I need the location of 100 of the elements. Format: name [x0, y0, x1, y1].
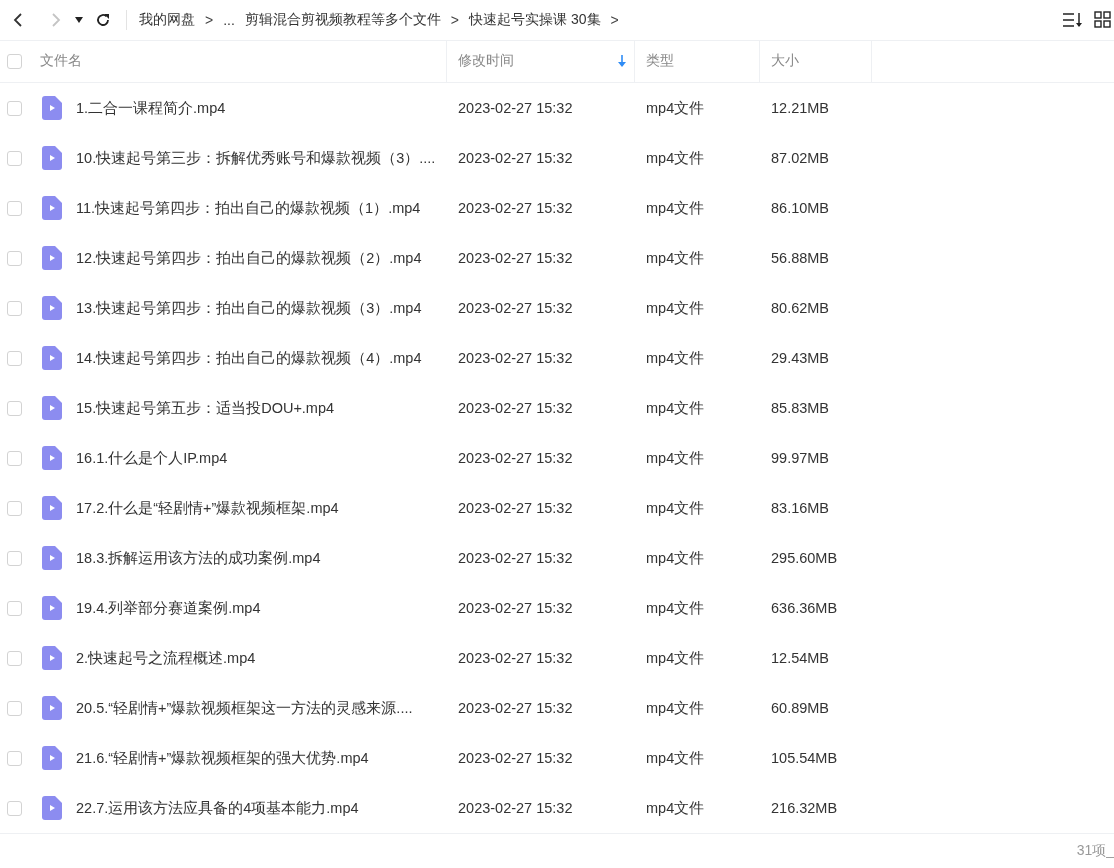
modified-time: 2023-02-27 15:32 [457, 550, 574, 567]
row-checkbox[interactable] [7, 500, 22, 516]
file-type: mp4文件 [645, 348, 706, 368]
row-checkbox[interactable] [7, 200, 22, 216]
file-name[interactable]: 18.3.拆解运用该方法的成功案例.mp4 [76, 548, 321, 568]
file-size: 29.43MB [770, 350, 831, 367]
file-name[interactable]: 19.4.列举部分赛道案例.mp4 [76, 598, 261, 618]
file-name[interactable]: 21.6.“轻剧情+”爆款视频框架的强大优势.mp4 [76, 748, 369, 768]
file-size: 99.97MB [770, 450, 831, 467]
file-name[interactable]: 15.快速起号第五步：适当投DOU+.mp4 [76, 398, 335, 418]
grid-view-button[interactable] [1092, 8, 1114, 31]
file-type: mp4文件 [645, 598, 706, 618]
video-file-icon [42, 646, 62, 671]
modified-time: 2023-02-27 15:32 [457, 400, 574, 417]
video-file-icon [42, 446, 62, 471]
file-name[interactable]: 13.快速起号第四步：拍出自己的爆款视频（3）.mp4 [76, 298, 422, 318]
row-checkbox[interactable] [7, 700, 22, 716]
modified-time: 2023-02-27 15:32 [457, 200, 574, 217]
row-checkbox[interactable] [7, 650, 22, 666]
breadcrumb-item[interactable]: 快速起号实操课 30集 [469, 10, 601, 29]
column-header[interactable]: 类型 [646, 52, 759, 71]
video-file-icon [42, 146, 62, 171]
file-size: 216.32MB [770, 800, 839, 817]
row-checkbox[interactable] [7, 350, 22, 366]
file-size: 12.21MB [770, 100, 831, 117]
file-name[interactable]: 22.7.运用该方法应具备的4项基本能力.mp4 [76, 798, 359, 818]
file-type: mp4文件 [645, 198, 706, 218]
item-count: 31项_ [1076, 842, 1114, 861]
modified-time: 2023-02-27 15:32 [457, 450, 574, 467]
file-type: mp4文件 [645, 548, 706, 568]
video-file-icon [42, 596, 62, 621]
file-size: 105.54MB [770, 750, 839, 767]
sort-icon [1062, 10, 1084, 29]
video-file-icon [42, 496, 62, 521]
file-size: 12.54MB [770, 650, 831, 667]
row-checkbox[interactable] [7, 250, 22, 266]
file-name[interactable]: 10.快速起号第三步：拆解优秀账号和爆款视频（3）.... [76, 148, 436, 168]
file-name[interactable]: 20.5.“轻剧情+”爆款视频框架这一方法的灵感来源.... [76, 698, 413, 718]
breadcrumb-item[interactable]: 我的网盘 [139, 10, 195, 29]
file-size: 85.83MB [770, 400, 831, 417]
file-type: mp4文件 [645, 448, 706, 468]
modified-time: 2023-02-27 15:32 [457, 300, 574, 317]
file-type: mp4文件 [645, 298, 706, 318]
file-name[interactable]: 14.快速起号第四步：拍出自己的爆款视频（4）.mp4 [76, 348, 422, 368]
file-type: mp4文件 [645, 248, 706, 268]
file-name[interactable]: 16.1.什么是个人IP.mp4 [76, 448, 228, 468]
file-name[interactable]: 12.快速起号第四步：拍出自己的爆款视频（2）.mp4 [76, 248, 422, 268]
file-name[interactable]: 1.二合一课程简介.mp4 [76, 98, 226, 118]
file-type: mp4文件 [645, 498, 706, 518]
modified-time: 2023-02-27 15:32 [457, 150, 574, 167]
video-file-icon [42, 296, 62, 321]
select-all-checkbox[interactable] [7, 53, 22, 69]
file-size: 83.16MB [770, 500, 831, 517]
file-name[interactable]: 11.快速起号第四步：拍出自己的爆款视频（1）.mp4 [76, 198, 421, 218]
video-file-icon [42, 746, 62, 771]
video-file-icon [42, 796, 62, 821]
breadcrumb-separator: > [450, 11, 460, 28]
modified-time: 2023-02-27 15:32 [457, 600, 574, 617]
breadcrumb-separator: > [205, 11, 214, 28]
row-checkbox[interactable] [7, 300, 22, 316]
file-type: mp4文件 [645, 648, 706, 668]
file-size: 87.02MB [770, 150, 831, 167]
row-checkbox[interactable] [7, 800, 22, 816]
file-size: 60.89MB [770, 700, 831, 717]
file-size: 636.36MB [770, 600, 839, 617]
file-name[interactable]: 17.2.什么是“轻剧情+”爆款视频框架.mp4 [76, 498, 339, 518]
column-header[interactable]: 修改时间 [458, 52, 612, 71]
file-size: 295.60MB [770, 550, 839, 567]
file-type: mp4文件 [645, 798, 706, 818]
file-size: 56.88MB [770, 250, 831, 267]
modified-time: 2023-02-27 15:32 [457, 700, 574, 717]
column-header[interactable]: 文件名 [40, 52, 446, 71]
video-file-icon [42, 346, 62, 371]
column-header[interactable]: 大小 [771, 52, 871, 71]
row-checkbox[interactable] [7, 400, 22, 416]
modified-time: 2023-02-27 15:32 [457, 750, 574, 767]
row-checkbox[interactable] [7, 750, 22, 766]
row-checkbox[interactable] [7, 600, 22, 616]
file-type: mp4文件 [645, 398, 706, 418]
row-checkbox[interactable] [7, 150, 22, 166]
file-type: mp4文件 [645, 98, 706, 118]
grid-icon [1094, 10, 1112, 29]
caret-down-icon [74, 15, 84, 24]
video-file-icon [42, 546, 62, 571]
row-checkbox[interactable] [7, 450, 22, 466]
modified-time: 2023-02-27 15:32 [457, 800, 574, 817]
row-checkbox[interactable] [7, 550, 22, 566]
file-size: 86.10MB [770, 200, 831, 217]
breadcrumb-item[interactable]: 剪辑混合剪视频教程等多个文件 [244, 10, 441, 29]
row-checkbox[interactable] [7, 100, 22, 116]
breadcrumb-item[interactable]: ... [223, 11, 235, 28]
modified-time: 2023-02-27 15:32 [457, 100, 574, 117]
file-type: mp4文件 [645, 148, 706, 168]
video-file-icon [42, 396, 62, 421]
modified-time: 2023-02-27 15:32 [457, 350, 574, 367]
file-type: mp4文件 [645, 698, 706, 718]
video-file-icon [42, 246, 62, 271]
file-size: 80.62MB [770, 300, 831, 317]
video-file-icon [42, 696, 62, 721]
file-name[interactable]: 2.快速起号之流程概述.mp4 [76, 648, 256, 668]
